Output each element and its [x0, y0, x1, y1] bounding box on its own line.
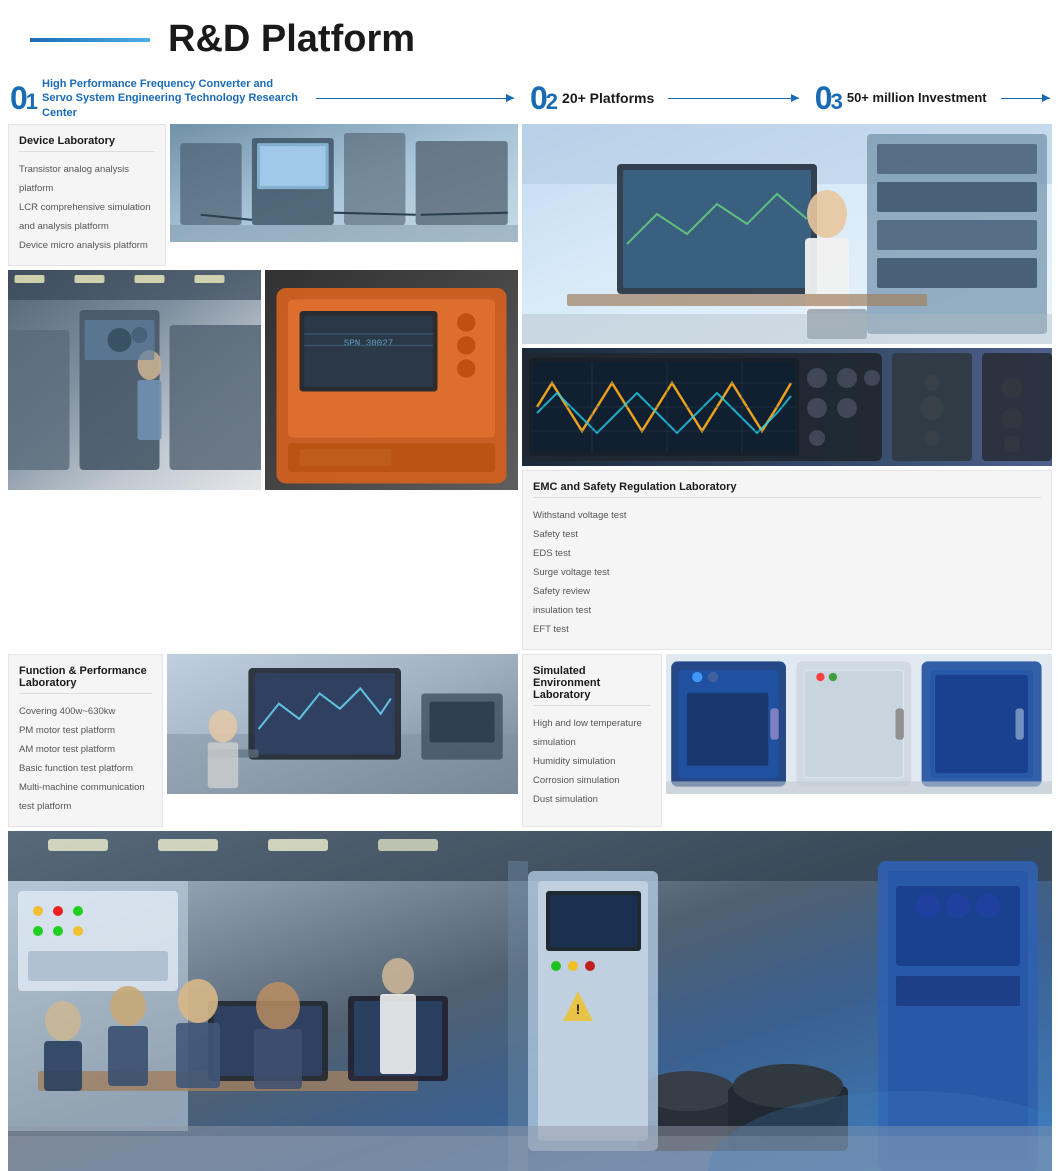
row1-right: EMC and Safety Regulation Laboratory Wit…	[522, 124, 1052, 650]
lab-person-svg	[522, 124, 1052, 344]
simulated-item-1: High and low temperature simulation	[533, 714, 651, 752]
factory-svg	[8, 270, 261, 490]
bottom-team-svg: !	[8, 831, 1052, 1171]
emc-lab-info-panel: EMC and Safety Regulation Laboratory Wit…	[522, 470, 1052, 650]
oscilloscope-image	[522, 348, 1052, 466]
emc-item-1: Withstand voltage test	[533, 506, 1041, 525]
emc-item-3: EDS test	[533, 544, 1041, 563]
content-layout: Device Laboratory Transistor analog anal…	[0, 124, 1060, 1171]
orange-machine-image: SPN 30027	[265, 270, 518, 490]
device-lab-info-panel: Device Laboratory Transistor analog anal…	[8, 124, 166, 266]
svg-text:!: !	[576, 1001, 581, 1017]
device-lab-item-2: LCR comprehensive simulation and analysi…	[19, 198, 155, 236]
device-lab-image	[170, 124, 518, 242]
section-number-03: 03	[815, 82, 841, 114]
device-lab-svg	[170, 124, 518, 242]
bottom-team-image: !	[8, 831, 1052, 1171]
simulated-env-svg	[666, 654, 1052, 794]
emc-item-5: Safety review	[533, 582, 1041, 601]
section-labels-row: 01 High Performance Frequency Converter …	[0, 71, 1060, 124]
simulated-lab-info-panel: Simulated Environment Laboratory High an…	[522, 654, 662, 827]
emc-item-4: Surge voltage test	[533, 563, 1041, 582]
function-item-3: AM motor test platform	[19, 740, 152, 759]
section-arrow-01	[316, 98, 514, 99]
device-lab-item-3: Device micro analysis platform	[19, 236, 155, 255]
lab-person-image	[522, 124, 1052, 344]
section-label-01: 01 High Performance Frequency Converter …	[10, 77, 514, 120]
emc-lab-title: EMC and Safety Regulation Laboratory	[533, 481, 1041, 498]
function-item-4: Basic function test platform	[19, 759, 152, 778]
factory-image	[8, 270, 261, 490]
row2: Function & Performance Laboratory Coveri…	[8, 654, 1052, 827]
function-lab-info-panel: Function & Performance Laboratory Coveri…	[8, 654, 163, 827]
page-header: R&D Platform	[0, 0, 1060, 71]
simulated-env-row: Simulated Environment Laboratory High an…	[522, 654, 1052, 827]
function-lab-row: Function & Performance Laboratory Coveri…	[8, 654, 518, 827]
simulated-item-3: Corrosion simulation	[533, 771, 651, 790]
emc-item-6: insulation test	[533, 601, 1041, 620]
function-lab-image	[167, 654, 518, 794]
oscilloscope-svg	[522, 348, 1052, 466]
row1: Device Laboratory Transistor analog anal…	[8, 124, 1052, 650]
simulated-item-2: Humidity simulation	[533, 752, 651, 771]
header-accent-line	[30, 38, 150, 42]
device-lab-title: Device Laboratory	[19, 135, 155, 152]
simulated-env-image	[666, 654, 1052, 794]
section-number-01: 01	[10, 82, 36, 114]
simulated-lab-title: Simulated Environment Laboratory	[533, 665, 651, 706]
simulated-item-4: Dust simulation	[533, 790, 651, 809]
two-images-row: SPN 30027	[8, 270, 518, 650]
section-text-01: High Performance Frequency Converter and…	[42, 77, 302, 120]
section-number-02: 02	[530, 82, 556, 114]
function-lab-title: Function & Performance Laboratory	[19, 665, 152, 694]
device-lab-item-1: Transistor analog analysis platform	[19, 160, 155, 198]
row1-left: Device Laboratory Transistor analog anal…	[8, 124, 518, 650]
section-label-03: 03 50+ million Investment	[799, 82, 1050, 114]
page-title: R&D Platform	[168, 18, 415, 61]
svg-text:SPN 30027: SPN 30027	[344, 337, 394, 348]
emc-item-7: EFT test	[533, 620, 1041, 639]
section-text-02: 20+ Platforms	[562, 89, 654, 107]
function-lab-svg	[167, 654, 518, 794]
function-item-2: PM motor test platform	[19, 721, 152, 740]
function-item-5: Multi-machine communication test platfor…	[19, 778, 152, 816]
orange-machine-svg: SPN 30027	[265, 270, 518, 490]
section-text-03: 50+ million Investment	[847, 90, 987, 107]
section-label-02: 02 20+ Platforms	[514, 82, 799, 114]
device-lab-row: Device Laboratory Transistor analog anal…	[8, 124, 518, 266]
emc-item-2: Safety test	[533, 525, 1041, 544]
function-item-1: Covering 400w~630kw	[19, 702, 152, 721]
